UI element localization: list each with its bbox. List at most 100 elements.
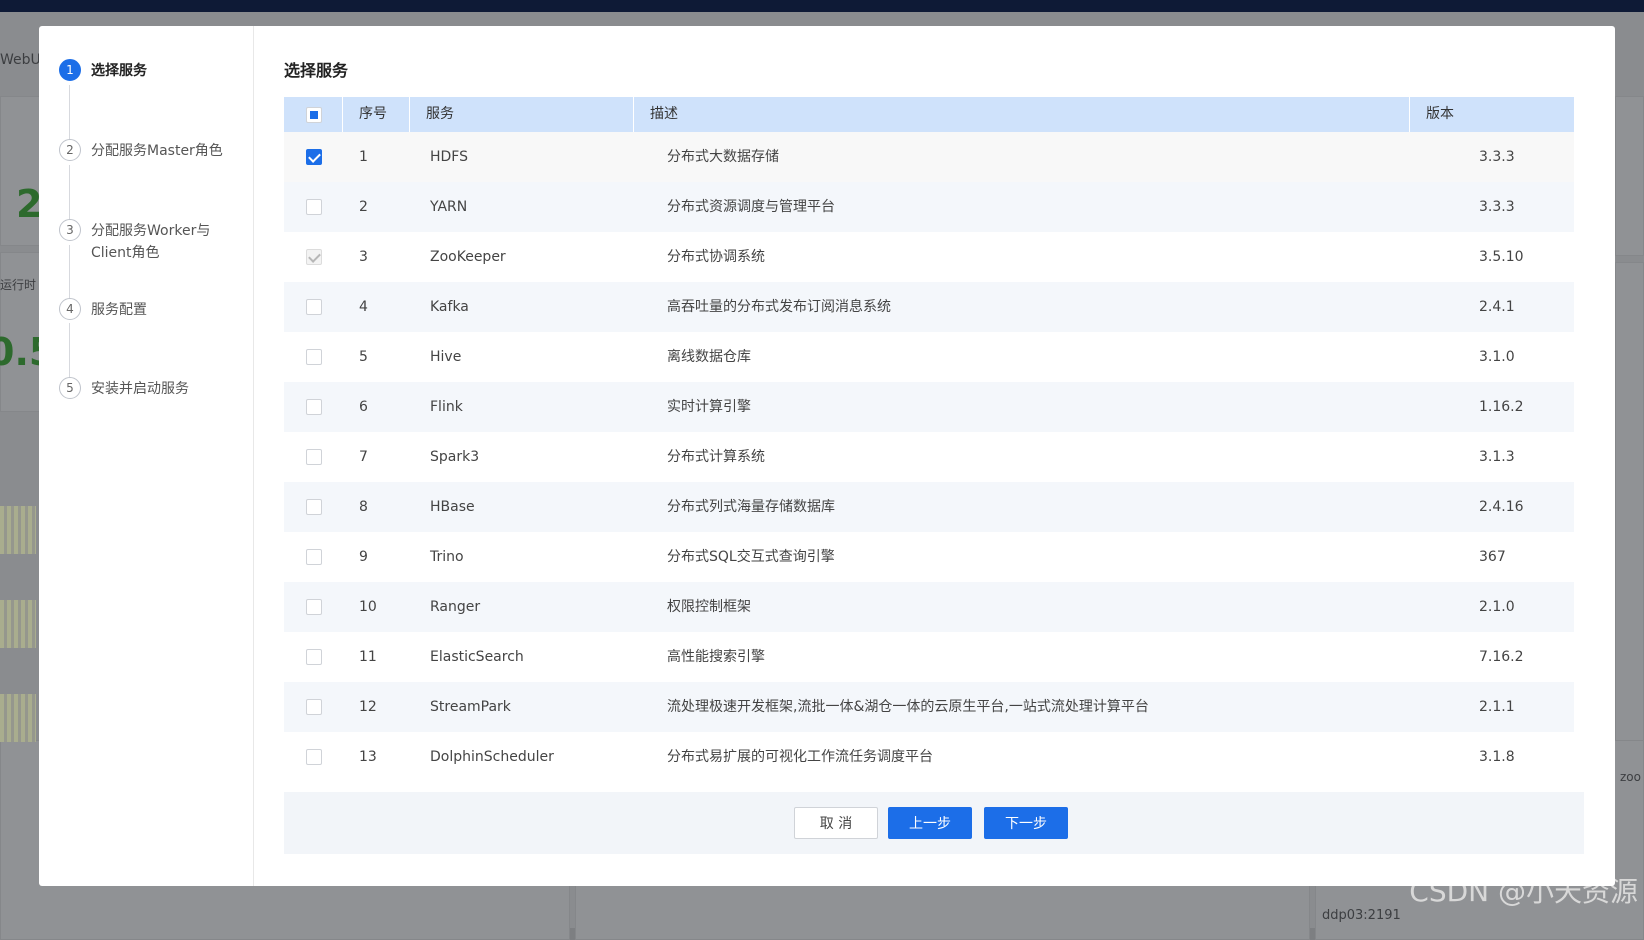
row-checkbox-cell (284, 182, 343, 232)
row-checkbox[interactable] (306, 749, 322, 765)
row-service-name: YARN (430, 199, 468, 215)
row-checkbox-cell (284, 532, 343, 582)
row-version: 3.3.3 (1479, 199, 1515, 215)
row-number: 2 (359, 199, 368, 215)
row-number: 9 (359, 549, 368, 565)
row-checkbox[interactable] (306, 199, 322, 215)
row-checkbox[interactable] (306, 399, 322, 415)
step-label: 选择服务 (91, 63, 147, 79)
header-checkbox-cell (284, 97, 343, 132)
row-checkbox[interactable] (306, 599, 322, 615)
row-version: 3.1.3 (1479, 449, 1515, 465)
row-checkbox[interactable] (306, 449, 322, 465)
table-row[interactable]: 2 YARN 分布式资源调度与管理平台 3.3.3 (284, 182, 1574, 232)
row-description: 分布式大数据存储 (667, 149, 779, 165)
table-row[interactable]: 9 Trino 分布式SQL交互式查询引擎 367 (284, 532, 1574, 582)
column-header-no: 序号 (343, 97, 410, 132)
row-checkbox (306, 249, 322, 265)
row-version: 3.5.10 (1479, 249, 1524, 265)
row-checkbox-cell (284, 682, 343, 732)
column-header-description: 描述 (634, 97, 1410, 132)
row-checkbox[interactable] (306, 549, 322, 565)
row-checkbox[interactable] (306, 149, 322, 165)
row-checkbox-cell (284, 282, 343, 332)
step-label: 服务配置 (91, 302, 147, 318)
row-description: 分布式计算系统 (667, 449, 765, 465)
table-row[interactable]: 8 HBase 分布式列式海量存储数据库 2.4.16 (284, 482, 1574, 532)
row-checkbox-cell (284, 582, 343, 632)
row-description: 分布式SQL交互式查询引擎 (667, 549, 835, 565)
table-row[interactable]: 11 ElasticSearch 高性能搜索引擎 7.16.2 (284, 632, 1574, 682)
step-number: 1 (59, 59, 81, 81)
row-service-name: HDFS (430, 149, 469, 165)
row-checkbox-cell (284, 482, 343, 532)
row-number: 10 (359, 599, 377, 615)
row-service-name: ElasticSearch (430, 649, 524, 665)
row-version: 3.1.8 (1479, 749, 1515, 765)
row-description: 分布式易扩展的可视化工作流任务调度平台 (667, 749, 933, 765)
cancel-button[interactable]: 取 消 (794, 807, 878, 839)
steps-sidebar: 1 选择服务 2 分配服务Master角色 3 分配服务Worker与Clien… (39, 26, 254, 886)
row-number: 12 (359, 699, 377, 715)
step-number: 4 (59, 298, 81, 320)
select-service-dialog: 1 选择服务 2 分配服务Master角色 3 分配服务Worker与Clien… (39, 26, 1615, 886)
table-row[interactable]: 6 Flink 实时计算引擎 1.16.2 (284, 382, 1574, 432)
row-version: 3.1.0 (1479, 349, 1515, 365)
row-service-name: StreamPark (430, 699, 511, 715)
table-row[interactable]: 3 ZooKeeper 分布式协调系统 3.5.10 (284, 232, 1574, 282)
background-card (1615, 96, 1644, 256)
row-checkbox-cell (284, 132, 343, 182)
row-version: 7.16.2 (1479, 649, 1524, 665)
row-number: 8 (359, 499, 368, 515)
row-service-name: Flink (430, 399, 463, 415)
row-number: 13 (359, 749, 377, 765)
step-label: 安装并启动服务 (91, 381, 189, 397)
row-version: 2.1.0 (1479, 599, 1515, 615)
dialog-footer: 取 消 上一步 下一步 (284, 792, 1584, 854)
table-row[interactable]: 12 StreamPark 流处理极速开发框架,流批一体&湖仓一体的云原生平台,一站… (284, 682, 1574, 732)
row-checkbox-cell (284, 732, 343, 782)
row-service-name: Hive (430, 349, 462, 365)
table-row[interactable]: 1 HDFS 分布式大数据存储 3.3.3 (284, 132, 1574, 182)
row-description: 分布式协调系统 (667, 249, 765, 265)
row-checkbox-cell (284, 382, 343, 432)
row-checkbox[interactable] (306, 699, 322, 715)
previous-step-button[interactable]: 上一步 (888, 807, 972, 839)
row-description: 分布式列式海量存储数据库 (667, 499, 835, 515)
table-row[interactable]: 4 Kafka 高吞吐量的分布式发布订阅消息系统 2.4.1 (284, 282, 1574, 332)
table-row[interactable]: 10 Ranger 权限控制框架 2.1.0 (284, 582, 1574, 632)
table-row[interactable]: 7 Spark3 分布式计算系统 3.1.3 (284, 432, 1574, 482)
table-row[interactable]: 13 DolphinScheduler 分布式易扩展的可视化工作流任务调度平台 3.1… (284, 732, 1574, 782)
background-right-label: zoo (1620, 770, 1641, 784)
row-checkbox[interactable] (306, 349, 322, 365)
row-checkbox[interactable] (306, 299, 322, 315)
row-number: 3 (359, 249, 368, 265)
row-number: 1 (359, 149, 368, 165)
step-label: 分配服务Worker与Client角色 (91, 223, 211, 261)
row-version: 2.1.1 (1479, 699, 1515, 715)
row-checkbox-cell (284, 232, 343, 282)
select-all-checkbox[interactable] (306, 107, 322, 123)
table-body: 1 HDFS 分布式大数据存储 3.3.3 2 YARN 分布式资源调度与管理平台 3.3.3… (284, 132, 1574, 782)
row-service-name: ZooKeeper (430, 249, 506, 265)
background-bars (0, 694, 36, 742)
background-card (1615, 262, 1644, 742)
step-number: 2 (59, 139, 81, 161)
row-service-name: HBase (430, 499, 475, 515)
row-version: 367 (1479, 549, 1506, 565)
row-version: 2.4.1 (1479, 299, 1515, 315)
row-checkbox[interactable] (306, 649, 322, 665)
row-description: 流处理极速开发框架,流批一体&湖仓一体的云原生平台,一站式流处理计算平台 (667, 699, 1149, 715)
row-description: 离线数据仓库 (667, 349, 751, 365)
row-service-name: Trino (430, 549, 464, 565)
table-row[interactable]: 5 Hive 离线数据仓库 3.1.0 (284, 332, 1574, 382)
row-service-name: Spark3 (430, 449, 480, 465)
row-number: 4 (359, 299, 368, 315)
row-checkbox[interactable] (306, 499, 322, 515)
column-header-service: 服务 (410, 97, 634, 132)
column-header-version: 版本 (1426, 106, 1454, 122)
next-step-button[interactable]: 下一步 (984, 807, 1068, 839)
background-top-bar (0, 0, 1644, 12)
background-runtime-label: 运行时 (0, 278, 37, 292)
row-description: 高性能搜索引擎 (667, 649, 765, 665)
